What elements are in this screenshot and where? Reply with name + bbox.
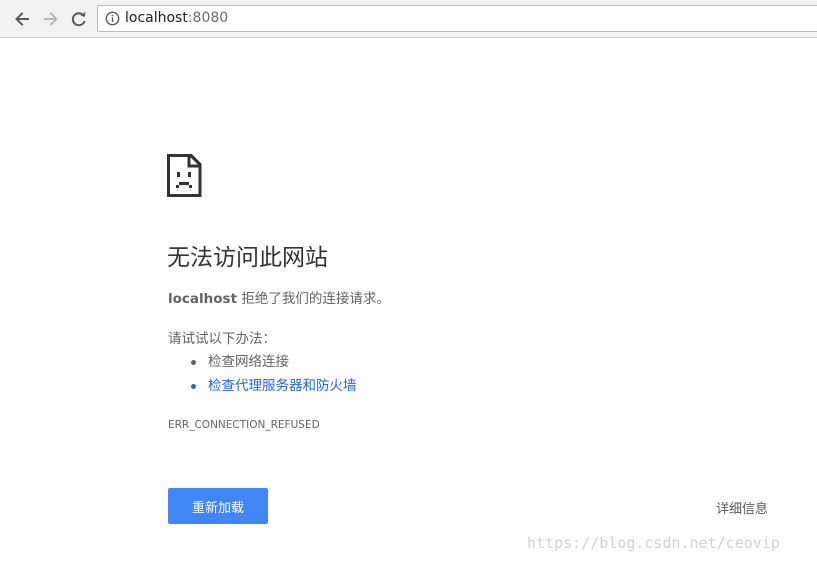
reload-page-button[interactable] bbox=[68, 8, 90, 30]
suggestion-label[interactable]: 检查代理服务器和防火墙 bbox=[208, 378, 357, 394]
error-code: ERR_CONNECTION_REFUSED bbox=[168, 419, 320, 431]
reload-icon bbox=[71, 11, 86, 27]
sad-tab-icon bbox=[167, 154, 202, 197]
error-host: localhost bbox=[168, 291, 238, 307]
error-message: 拒绝了我们的连接请求。 bbox=[237, 291, 390, 307]
url-port: :8080 bbox=[187, 10, 229, 26]
suggestion-check-network: 检查网络连接 bbox=[168, 352, 357, 376]
error-explanation: localhost 拒绝了我们的连接请求。 bbox=[168, 290, 390, 308]
page-title: 无法访问此网站 bbox=[167, 245, 328, 271]
address-bar[interactable]: localhost:8080 bbox=[97, 5, 817, 32]
info-icon[interactable] bbox=[105, 11, 120, 26]
suggestions-heading: 请试试以下办法： bbox=[168, 331, 276, 347]
forward-arrow-icon bbox=[44, 12, 58, 26]
back-arrow-icon bbox=[15, 12, 29, 26]
suggestions-list: 检查网络连接 检查代理服务器和防火墙 bbox=[168, 352, 357, 400]
reload-button[interactable]: 重新加载 bbox=[168, 488, 268, 524]
forward-button[interactable] bbox=[40, 8, 62, 30]
suggestion-label: 检查网络连接 bbox=[208, 354, 289, 370]
bullet bbox=[191, 360, 196, 365]
browser-toolbar: localhost:8080 bbox=[0, 0, 817, 38]
watermark: https://blog.csdn.net/ceovip bbox=[527, 534, 780, 552]
url-host: localhost bbox=[125, 10, 188, 26]
suggestion-check-proxy-firewall-link[interactable]: 检查代理服务器和防火墙 bbox=[168, 376, 357, 400]
url-text[interactable]: localhost:8080 bbox=[125, 10, 228, 27]
back-button[interactable] bbox=[11, 8, 33, 30]
details-button[interactable]: 详细信息 bbox=[700, 496, 784, 518]
bullet bbox=[191, 384, 196, 389]
